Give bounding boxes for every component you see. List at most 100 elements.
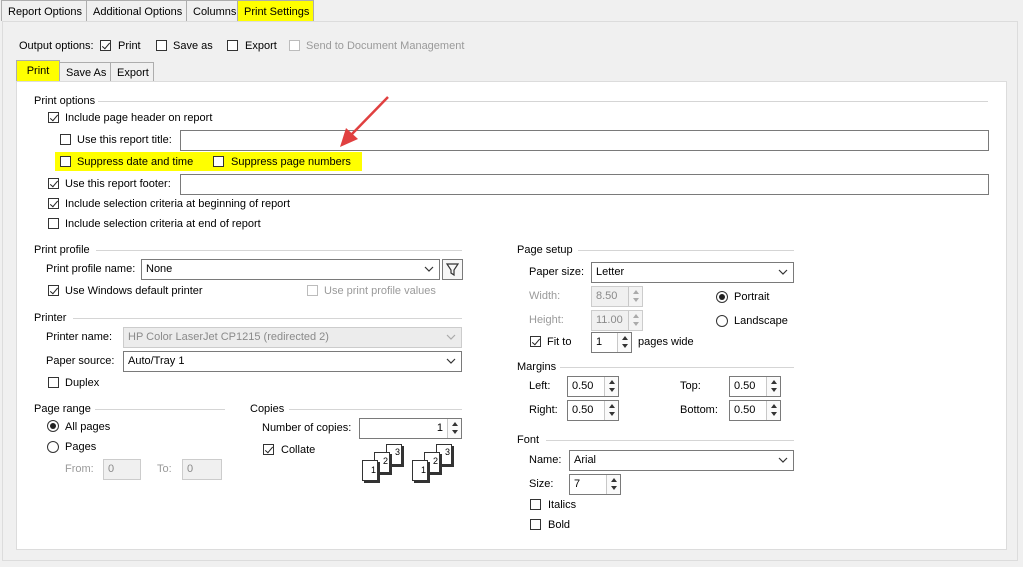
margin-left-spinner[interactable] [604, 377, 618, 396]
italics-checkbox[interactable] [530, 499, 541, 510]
output-print-checkbox[interactable] [100, 40, 111, 51]
report-title-input[interactable] [180, 130, 989, 151]
output-options-label: Output options: [19, 40, 94, 52]
print-options-title: Print options [34, 95, 96, 107]
portrait-label: Portrait [734, 291, 770, 303]
subtab-save-as[interactable]: Save As [59, 62, 111, 81]
subtab-print[interactable]: Print [16, 60, 60, 82]
print-options-divider [98, 101, 988, 102]
tab-additional-options[interactable]: Additional Options [86, 0, 187, 21]
use-windows-printer-label: Use Windows default printer [65, 285, 203, 297]
chevron-down-icon [778, 457, 788, 463]
fit-to-spinner[interactable] [617, 333, 631, 352]
pages-wide-label: pages wide [638, 336, 694, 348]
font-name-select[interactable]: Arial [569, 450, 794, 471]
margin-bottom-input[interactable]: 0.50 [729, 400, 781, 421]
collate-checkbox[interactable] [263, 444, 274, 455]
width-label: Width: [529, 290, 561, 302]
report-footer-input[interactable] [180, 174, 989, 195]
collate-digit: 2 [382, 456, 388, 466]
bold-label: Bold [548, 519, 571, 531]
duplex-checkbox[interactable] [48, 377, 59, 388]
fit-to-checkbox[interactable] [530, 336, 541, 347]
font-size-spinner[interactable] [606, 475, 620, 494]
number-of-copies-input[interactable]: 1 [359, 418, 462, 439]
tab-print-settings[interactable]: Print Settings [237, 0, 314, 21]
all-pages-radio[interactable] [47, 420, 59, 432]
paper-source-value: Auto/Tray 1 [128, 355, 185, 367]
spinner-arrows-icon [622, 336, 628, 348]
spinner-arrows-icon [633, 314, 639, 326]
number-of-copies-label: Number of copies: [262, 422, 352, 434]
print-profile-divider [96, 250, 462, 251]
copies-divider [289, 409, 462, 410]
output-print-label: Print [118, 40, 141, 52]
bold-checkbox[interactable] [530, 519, 541, 530]
paper-source-select[interactable]: Auto/Tray 1 [123, 351, 462, 372]
collate-digit: 2 [432, 456, 438, 466]
portrait-radio[interactable] [716, 291, 728, 303]
height-input[interactable]: 11.00 [591, 310, 643, 331]
printer-title: Printer [34, 312, 67, 324]
include-criteria-end-checkbox[interactable] [48, 218, 59, 229]
width-spinner[interactable] [628, 287, 642, 306]
use-windows-printer-checkbox[interactable] [48, 285, 59, 296]
suppress-date-checkbox[interactable] [60, 156, 71, 167]
print-profile-title: Print profile [34, 244, 90, 256]
filter-icon [445, 263, 460, 277]
suppress-pages-label: Suppress page numbers [231, 156, 351, 168]
printer-name-select[interactable]: HP Color LaserJet CP1215 (redirected 2) [123, 327, 462, 348]
output-export-checkbox[interactable] [227, 40, 238, 51]
print-profile-value: None [146, 263, 173, 275]
tab-columns[interactable]: Columns [186, 0, 238, 21]
tab-report-options[interactable]: Report Options [1, 0, 87, 21]
suppress-pages-checkbox[interactable] [213, 156, 224, 167]
margin-left-label: Left: [529, 380, 551, 392]
collate-digit: 3 [394, 447, 400, 457]
output-export-label: Export [245, 40, 277, 52]
from-input[interactable]: 0 [103, 459, 141, 480]
paper-size-value: Letter [596, 266, 625, 278]
height-spinner[interactable] [628, 311, 642, 330]
include-criteria-begin-checkbox[interactable] [48, 198, 59, 209]
use-title-checkbox[interactable] [60, 134, 71, 145]
use-profile-values-checkbox[interactable] [307, 285, 318, 296]
margin-top-spinner[interactable] [766, 377, 780, 396]
font-size-input[interactable]: 7 [569, 474, 621, 495]
margin-right-input[interactable]: 0.50 [567, 400, 619, 421]
output-save-as-checkbox[interactable] [156, 40, 167, 51]
collate-digit: 3 [444, 447, 450, 457]
width-value: 8.50 [596, 290, 618, 302]
subtab-export[interactable]: Export [110, 62, 154, 81]
printer-divider [73, 318, 462, 319]
italics-label: Italics [548, 499, 577, 511]
spinner-arrows-icon [771, 404, 777, 416]
include-header-checkbox[interactable] [48, 112, 59, 123]
paper-size-select[interactable]: Letter [591, 262, 794, 283]
spinner-arrows-icon [609, 404, 615, 416]
margin-left-input[interactable]: 0.50 [567, 376, 619, 397]
spinner-arrows-icon [609, 380, 615, 392]
pages-radio[interactable] [47, 441, 59, 453]
width-input[interactable]: 8.50 [591, 286, 643, 307]
margin-right-label: Right: [529, 404, 558, 416]
margin-right-spinner[interactable] [604, 401, 618, 420]
filter-button[interactable] [442, 259, 463, 280]
annotation-arrow-icon [340, 96, 389, 147]
copies-spinner[interactable] [447, 419, 461, 438]
fit-to-input[interactable]: 1 [591, 332, 632, 353]
printer-name-label: Printer name: [46, 331, 113, 343]
collate-pages-icon: 3 2 1 3 2 1 [362, 444, 457, 482]
to-input[interactable]: 0 [182, 459, 222, 480]
from-label: From: [65, 463, 94, 475]
landscape-radio[interactable] [716, 315, 728, 327]
output-send-doc-label: Send to Document Management [306, 40, 465, 52]
use-footer-checkbox[interactable] [48, 178, 59, 189]
margin-left-value: 0.50 [572, 380, 594, 392]
paper-source-label: Paper source: [46, 355, 115, 367]
font-size-label: Size: [529, 478, 554, 490]
output-send-doc-checkbox[interactable] [289, 40, 300, 51]
print-profile-select[interactable]: None [141, 259, 440, 280]
margin-bottom-spinner[interactable] [766, 401, 780, 420]
margin-top-input[interactable]: 0.50 [729, 376, 781, 397]
